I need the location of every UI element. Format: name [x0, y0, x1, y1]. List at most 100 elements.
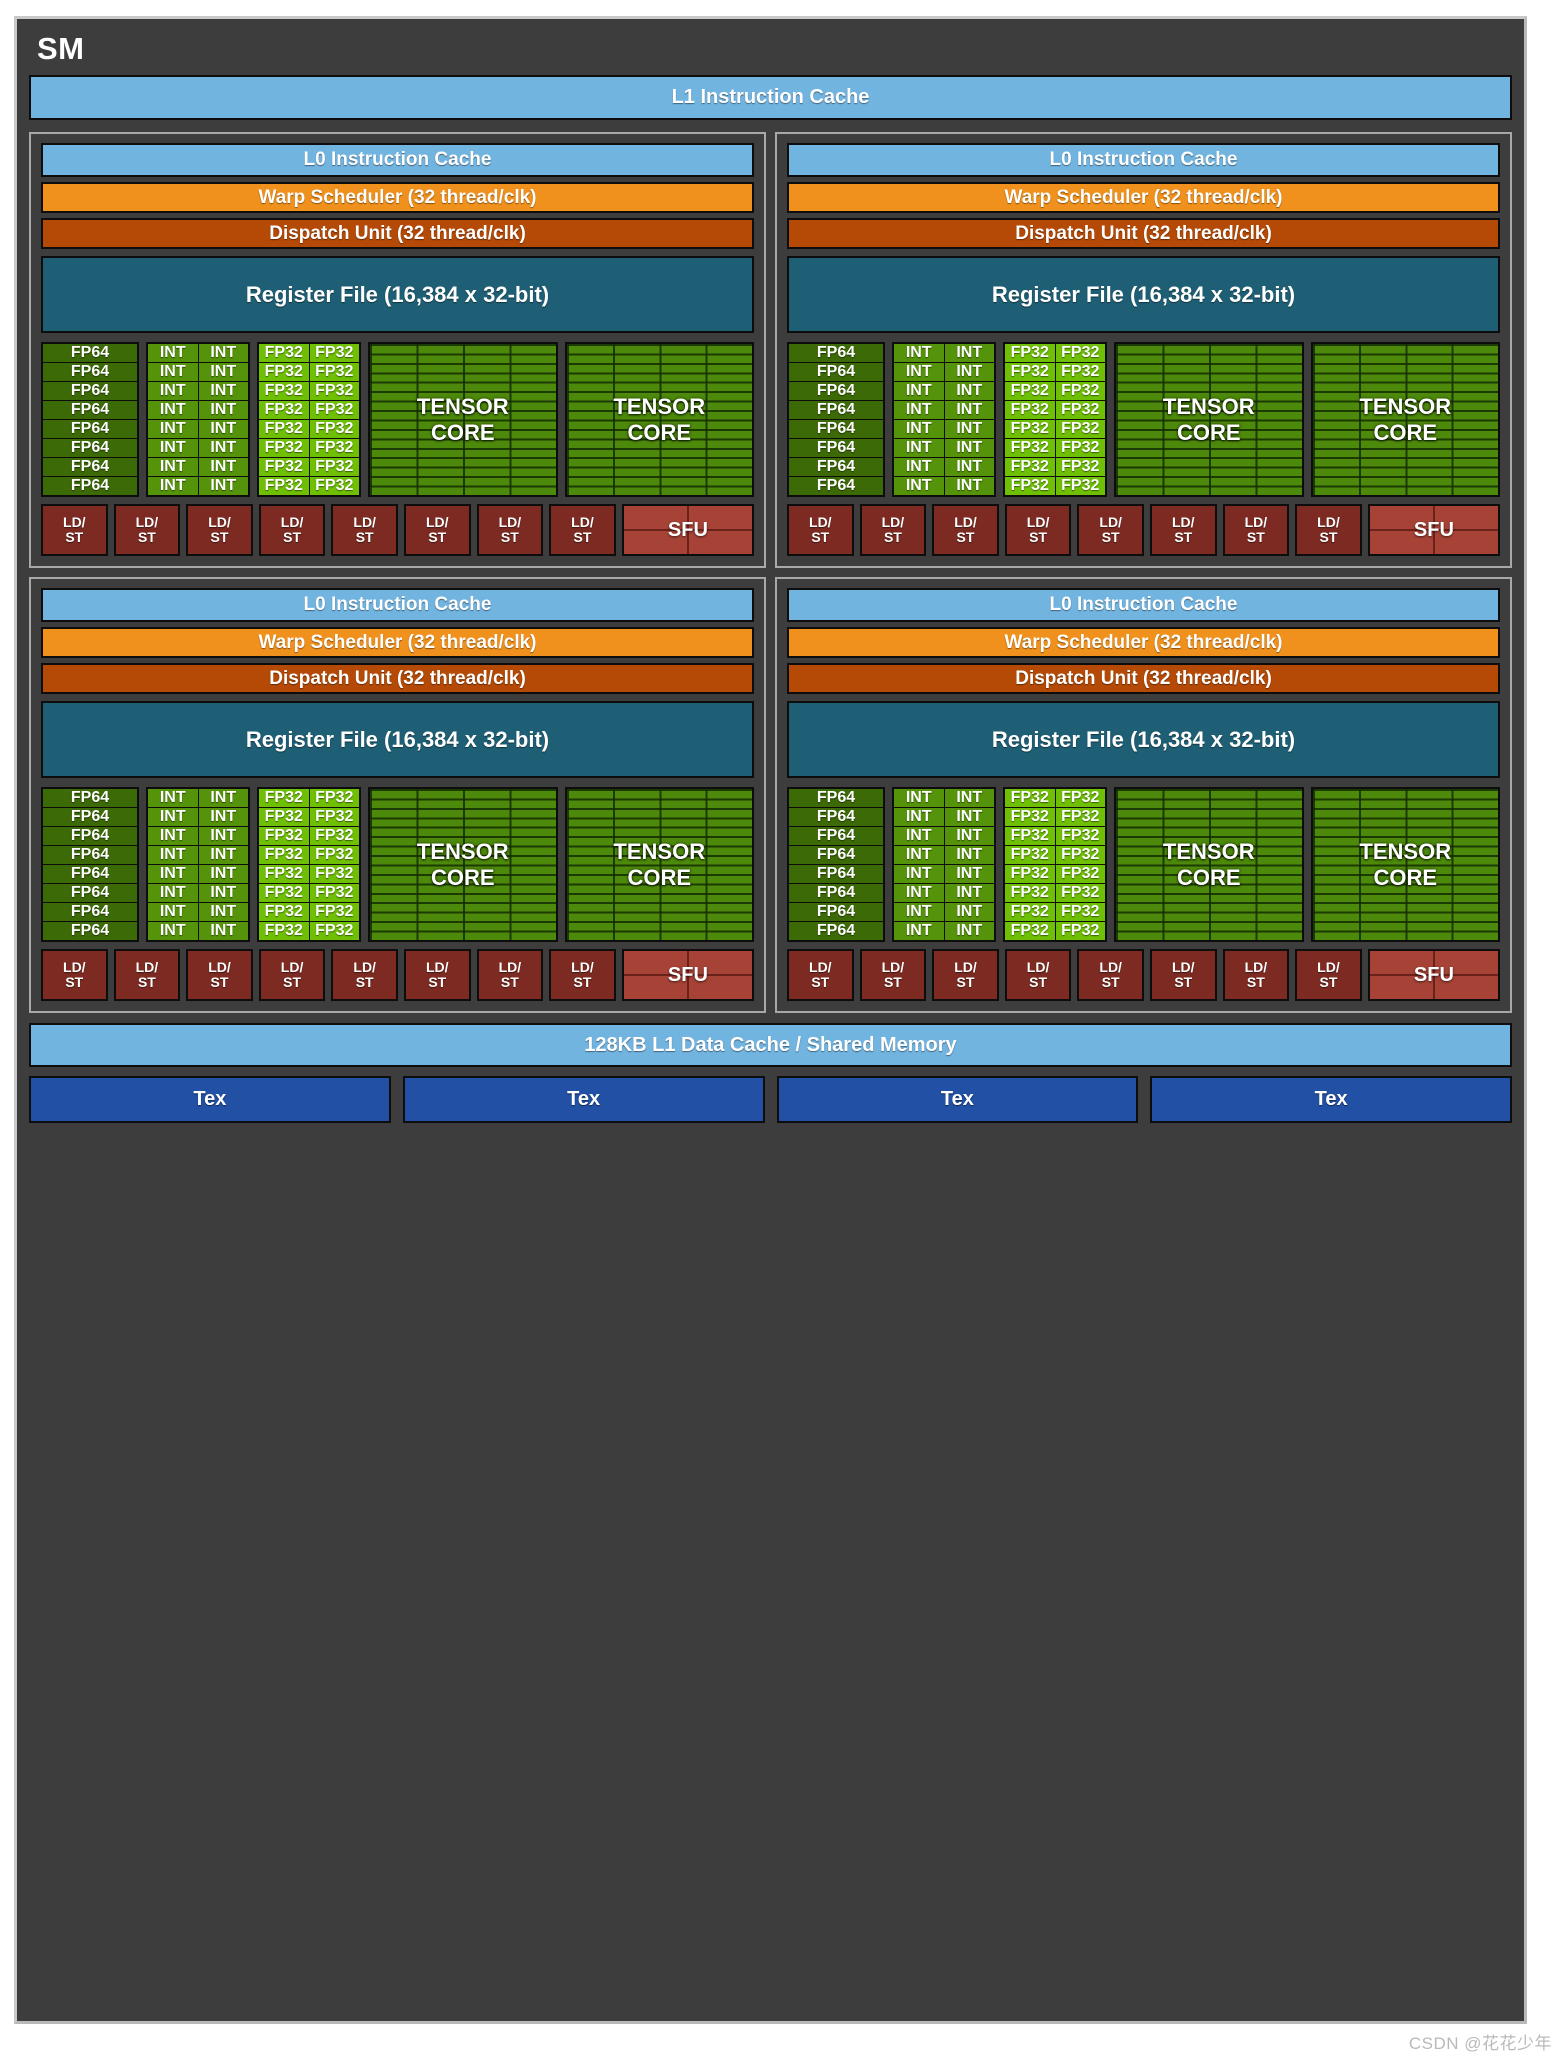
int-core: INT — [148, 903, 198, 921]
fp64-core: FP64 — [43, 439, 137, 458]
ldst-unit: LD/ST — [41, 504, 108, 556]
fp32-core: FP32 — [259, 846, 309, 864]
fp32-core: FP32 — [1054, 382, 1105, 400]
fp32-core-row: FP32 FP32 — [259, 363, 359, 382]
fp64-core: FP64 — [43, 458, 137, 477]
ldst-label-line1: LD/ — [1026, 513, 1050, 530]
ldst-sfu-row: LD/ST LD/ST LD/ST LD/ST LD/ST LD/ST LD/ST LD/ST… — [787, 504, 1501, 556]
tensor-core-label-line1: TENSOR — [1359, 393, 1452, 419]
tensor-core-label-line2: CORE — [1176, 864, 1241, 890]
int-core: INT — [943, 865, 994, 883]
tensor-core-label-line2: CORE — [627, 864, 692, 890]
ldst-label-line1: LD/ — [63, 958, 86, 975]
int-core: INT — [943, 382, 994, 400]
ldst-unit: LD/ST — [186, 504, 253, 556]
int-core-row: INT INT — [148, 420, 248, 439]
dispatch-unit-bar: Dispatch Unit (32 thread/clk) — [41, 218, 754, 249]
ldst-unit: LD/ST — [476, 504, 544, 556]
ldst-unit: LD/ST — [932, 504, 999, 556]
fp32-core: FP32 — [1005, 477, 1055, 495]
l1-instruction-cache-bar: L1 Instruction Cache — [29, 75, 1512, 120]
int-core: INT — [943, 344, 994, 362]
fp32-core-row: FP32 FP32 — [1005, 344, 1105, 363]
fp32-core: FP32 — [308, 903, 359, 921]
fp32-core-row: FP32 FP32 — [1005, 884, 1105, 903]
ldst-unit: LD/ST — [331, 949, 398, 1001]
int-core: INT — [943, 827, 994, 845]
fp32-core: FP32 — [1005, 808, 1055, 826]
int-core-row: INT INT — [148, 477, 248, 495]
sfu-label: SFU — [1413, 518, 1454, 541]
tensor-core-label-line2: CORE — [1373, 864, 1438, 890]
fp32-core: FP32 — [1005, 382, 1055, 400]
fp64-core: FP64 — [43, 420, 137, 439]
fp32-core: FP32 — [1005, 903, 1055, 921]
l0-instruction-cache-bar: L0 Instruction Cache — [41, 588, 754, 622]
sfu-label: SFU — [667, 963, 708, 986]
ldst-unit: LD/ST — [859, 504, 927, 556]
fp32-core-row: FP32 FP32 — [259, 344, 359, 363]
ldst-label-line1: LD/ — [1099, 513, 1122, 530]
ldst-label-line2: ST — [500, 529, 519, 545]
sfu-unit: SFU — [1367, 949, 1501, 1001]
int-core: INT — [197, 827, 248, 845]
fp32-core: FP32 — [1054, 401, 1105, 419]
fp32-core: FP32 — [1054, 922, 1105, 940]
fp32-core-row: FP32 FP32 — [1005, 458, 1105, 477]
tex-unit: Tex — [1150, 1076, 1512, 1123]
ldst-label-line2: ST — [883, 529, 902, 545]
int-core: INT — [148, 401, 198, 419]
dispatch-unit-bar: Dispatch Unit (32 thread/clk) — [41, 663, 754, 694]
int-core-row: INT INT — [148, 439, 248, 458]
fp64-core: FP64 — [43, 344, 137, 363]
fp32-core: FP32 — [1005, 922, 1055, 940]
int-core-row: INT INT — [894, 827, 994, 846]
ldst-sfu-row: LD/ST LD/ST LD/ST LD/ST LD/ST LD/ST LD/ST LD/ST… — [41, 504, 755, 556]
ldst-unit: LD/ST — [859, 949, 927, 1001]
fp32-core-row: FP32 FP32 — [1005, 789, 1105, 808]
sfu-label: SFU — [667, 518, 708, 541]
int-core-row: INT INT — [148, 401, 248, 420]
tensor-core-block: TENSOR CORE — [1114, 787, 1304, 942]
tensor-core-grid: TENSOR CORE — [1312, 344, 1498, 495]
int-core: INT — [894, 846, 944, 864]
fp32-core: FP32 — [308, 922, 359, 940]
int-core: INT — [148, 884, 198, 902]
int-core: INT — [197, 865, 248, 883]
ldst-unit: LD/ST — [258, 949, 326, 1001]
fp32-core: FP32 — [1005, 827, 1055, 845]
int-core: INT — [148, 789, 198, 807]
fp32-core: FP32 — [308, 458, 359, 476]
int-core-row: INT INT — [148, 827, 248, 846]
tex-units-row: Tex Tex Tex Tex — [29, 1076, 1512, 1123]
ldst-label-line2: ST — [355, 529, 374, 545]
register-file-bar: Register File (16,384 x 32-bit) — [787, 701, 1500, 778]
fp32-core: FP32 — [308, 401, 359, 419]
ldst-unit: LD/ST — [1295, 949, 1362, 1001]
fp32-core: FP32 — [259, 477, 309, 495]
warp-scheduler-bar: Warp Scheduler (32 thread/clk) — [787, 627, 1500, 658]
fp32-core-row: FP32 FP32 — [1005, 903, 1105, 922]
int-core-row: INT INT — [148, 903, 248, 922]
fp32-core: FP32 — [1054, 808, 1105, 826]
fp64-core: FP64 — [43, 477, 137, 495]
ldst-label-line2: ST — [1246, 529, 1265, 545]
ldst-unit: LD/ST — [1222, 504, 1290, 556]
ldst-label-line1: LD/ — [1099, 958, 1122, 975]
processing-block: L0 Instruction Cache Warp Scheduler (32 t… — [775, 132, 1512, 568]
fp64-core: FP64 — [43, 865, 137, 884]
int-core-row: INT INT — [894, 846, 994, 865]
ldst-label-line1: LD/ — [1171, 513, 1195, 530]
fp64-column: FP64 FP64 FP64 FP64 FP64 FP64 FP64 FP64 — [787, 342, 885, 497]
int-core-row: INT INT — [894, 420, 994, 439]
int-core-row: INT INT — [894, 458, 994, 477]
fp32-core: FP32 — [308, 439, 359, 457]
tensor-core-label-line2: CORE — [1176, 419, 1241, 445]
int-core-row: INT INT — [894, 439, 994, 458]
tensor-core-label-line1: TENSOR — [1162, 393, 1255, 419]
fp32-core-row: FP32 FP32 — [259, 382, 359, 401]
fp64-column: FP64 FP64 FP64 FP64 FP64 FP64 FP64 FP64 — [787, 787, 885, 942]
register-file-bar: Register File (16,384 x 32-bit) — [41, 701, 754, 778]
int-core: INT — [148, 865, 198, 883]
ldst-label-line1: LD/ — [1317, 513, 1340, 530]
